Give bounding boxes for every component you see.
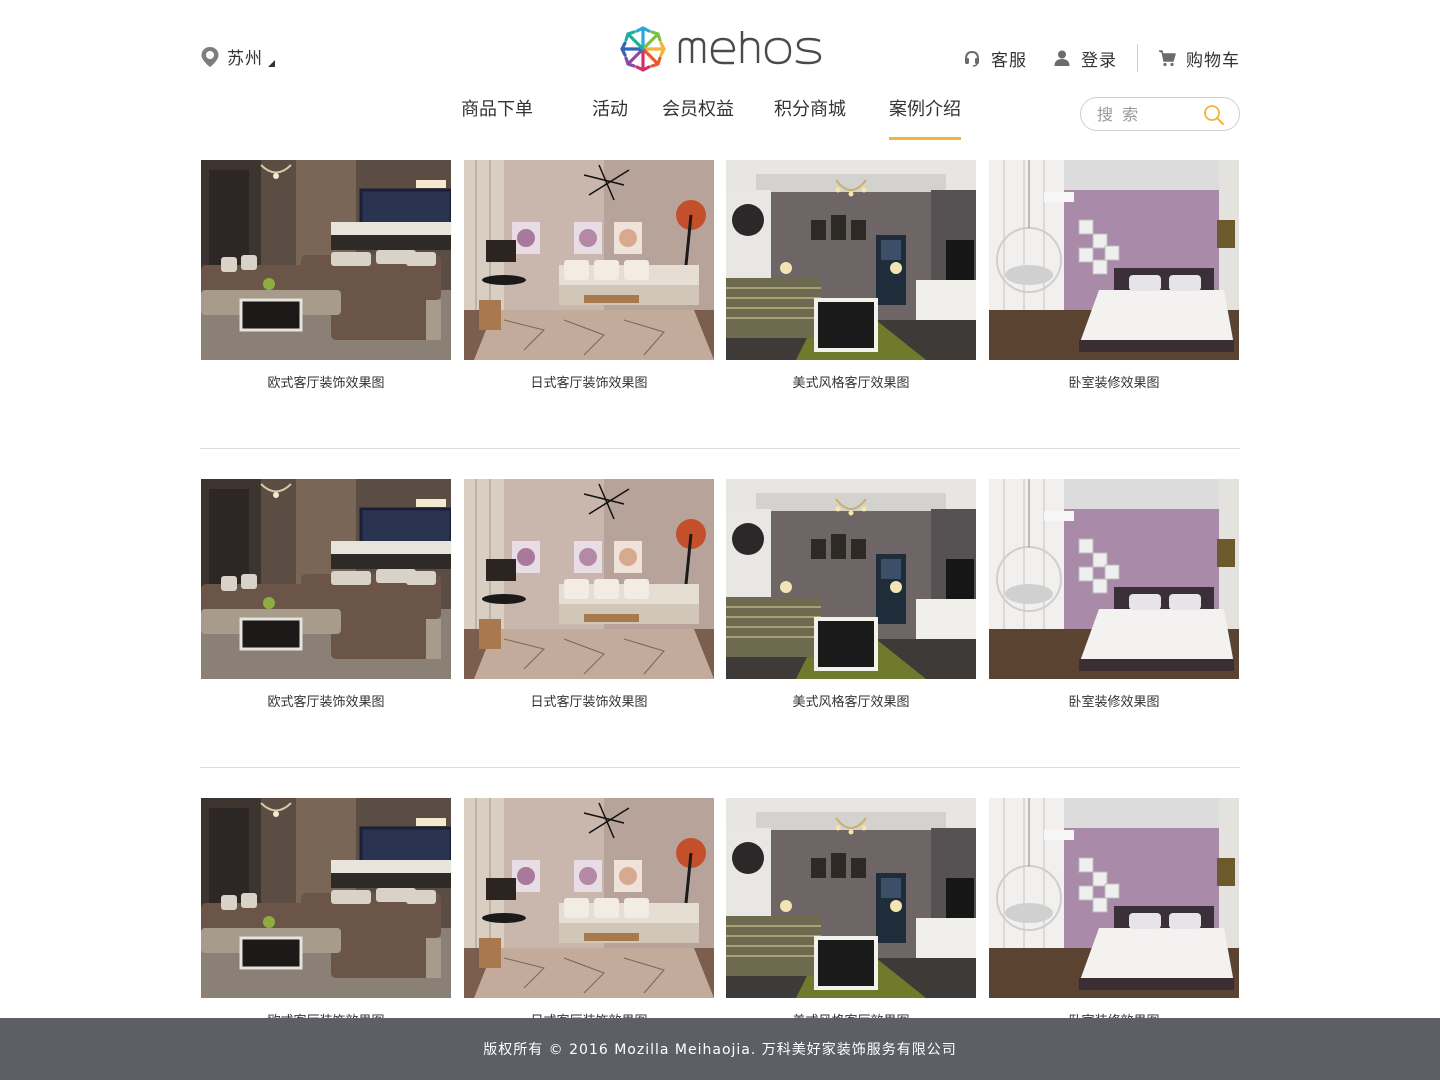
nav-item-case-studies[interactable]: 案例介绍 — [889, 96, 961, 140]
location-pin-icon — [201, 46, 219, 67]
util-divider — [1137, 44, 1138, 72]
case-card[interactable]: 欧式客厅装饰效果图 — [201, 160, 451, 391]
nav-item-activities[interactable]: 活动 — [592, 96, 628, 140]
case-gallery: 欧式客厅装饰效果图 日式客厅装饰效果图 美式风格客厅效果图 卧室装修效果图 欧式… — [200, 160, 1240, 1080]
case-caption: 欧式客厅装饰效果图 — [267, 695, 385, 710]
case-card[interactable]: 美式风格客厅效果图 — [726, 160, 976, 391]
shopping-cart-icon — [1159, 50, 1176, 67]
case-card[interactable]: 卧室装修效果图 — [989, 160, 1239, 391]
case-card[interactable]: 美式风格客厅效果图 — [726, 798, 976, 1029]
gallery-row: 欧式客厅装饰效果图 日式客厅装饰效果图 美式风格客厅效果图 卧室装修效果图 — [200, 479, 1240, 768]
case-card[interactable]: 卧室装修效果图 — [989, 798, 1239, 1029]
case-thumbnail-american-living-room[interactable] — [726, 479, 976, 679]
case-caption: 卧室装修效果图 — [1068, 376, 1160, 391]
case-card[interactable]: 日式客厅装饰效果图 — [464, 479, 714, 710]
case-card[interactable]: 日式客厅装饰效果图 — [464, 160, 714, 391]
cart-link[interactable]: 购物车 — [1158, 46, 1240, 71]
copyright-text: 版权所有 © 2016 Mozilla Meihaojia. 万科美好家装饰服务… — [483, 1042, 957, 1058]
user-icon — [1054, 50, 1070, 66]
case-thumbnail-japanese-living-room[interactable] — [464, 479, 714, 679]
cart-label: 购物车 — [1186, 50, 1240, 71]
customer-service-link[interactable]: 客服 — [963, 46, 1027, 71]
case-card[interactable]: 欧式客厅装饰效果图 — [201, 479, 451, 710]
search-icon[interactable] — [1203, 104, 1225, 126]
case-thumbnail-bedroom[interactable] — [989, 479, 1239, 679]
case-thumbnail-american-living-room[interactable] — [726, 798, 976, 998]
nav-item-order[interactable]: 商品下单 — [461, 96, 533, 140]
case-thumbnail-bedroom[interactable] — [989, 160, 1239, 360]
headset-icon — [965, 50, 979, 67]
nav-item-member-benefits[interactable]: 会员权益 — [662, 96, 734, 140]
case-thumbnail-american-living-room[interactable] — [726, 160, 976, 360]
case-thumbnail-european-living-room[interactable] — [201, 160, 451, 360]
case-card[interactable]: 卧室装修效果图 — [989, 479, 1239, 710]
customer-service-label: 客服 — [991, 50, 1027, 71]
case-caption: 日式客厅装饰效果图 — [530, 695, 648, 710]
city-selector[interactable]: 苏州 — [200, 44, 275, 69]
site-footer: 版权所有 © 2016 Mozilla Meihaojia. 万科美好家装饰服务… — [0, 1018, 1440, 1080]
case-thumbnail-japanese-living-room[interactable] — [464, 798, 714, 998]
case-caption: 美式风格客厅效果图 — [792, 695, 910, 710]
case-caption: 日式客厅装饰效果图 — [530, 376, 648, 391]
city-name: 苏州 — [227, 49, 263, 69]
search-box — [1080, 97, 1240, 131]
case-thumbnail-european-living-room[interactable] — [201, 479, 451, 679]
site-header: 苏州 客服 登录 购物车 商品下单 活动 会员权益 积分商城 案例介绍 搜 索 — [0, 0, 1440, 150]
case-thumbnail-bedroom[interactable] — [989, 798, 1239, 998]
nav-item-points-mall[interactable]: 积分商城 — [774, 96, 846, 140]
case-card[interactable]: 美式风格客厅效果图 — [726, 479, 976, 710]
case-caption: 美式风格客厅效果图 — [792, 376, 910, 391]
login-link[interactable]: 登录 — [1053, 46, 1117, 71]
case-thumbnail-european-living-room[interactable] — [201, 798, 451, 998]
case-card[interactable]: 欧式客厅装饰效果图 — [201, 798, 451, 1029]
login-label: 登录 — [1081, 50, 1117, 71]
utility-bar: 客服 登录 购物车 — [963, 44, 1240, 72]
case-caption: 卧室装修效果图 — [1068, 695, 1160, 710]
search-input[interactable] — [1097, 104, 1197, 124]
logo-mark-icon — [620, 26, 666, 72]
case-thumbnail-japanese-living-room[interactable] — [464, 160, 714, 360]
caret-down-icon — [268, 60, 275, 67]
gallery-row: 欧式客厅装饰效果图 日式客厅装饰效果图 美式风格客厅效果图 卧室装修效果图 — [200, 160, 1240, 449]
brand-logo[interactable] — [616, 22, 824, 76]
logo-wordmark — [678, 31, 822, 65]
case-caption: 欧式客厅装饰效果图 — [267, 376, 385, 391]
case-card[interactable]: 日式客厅装饰效果图 — [464, 798, 714, 1029]
